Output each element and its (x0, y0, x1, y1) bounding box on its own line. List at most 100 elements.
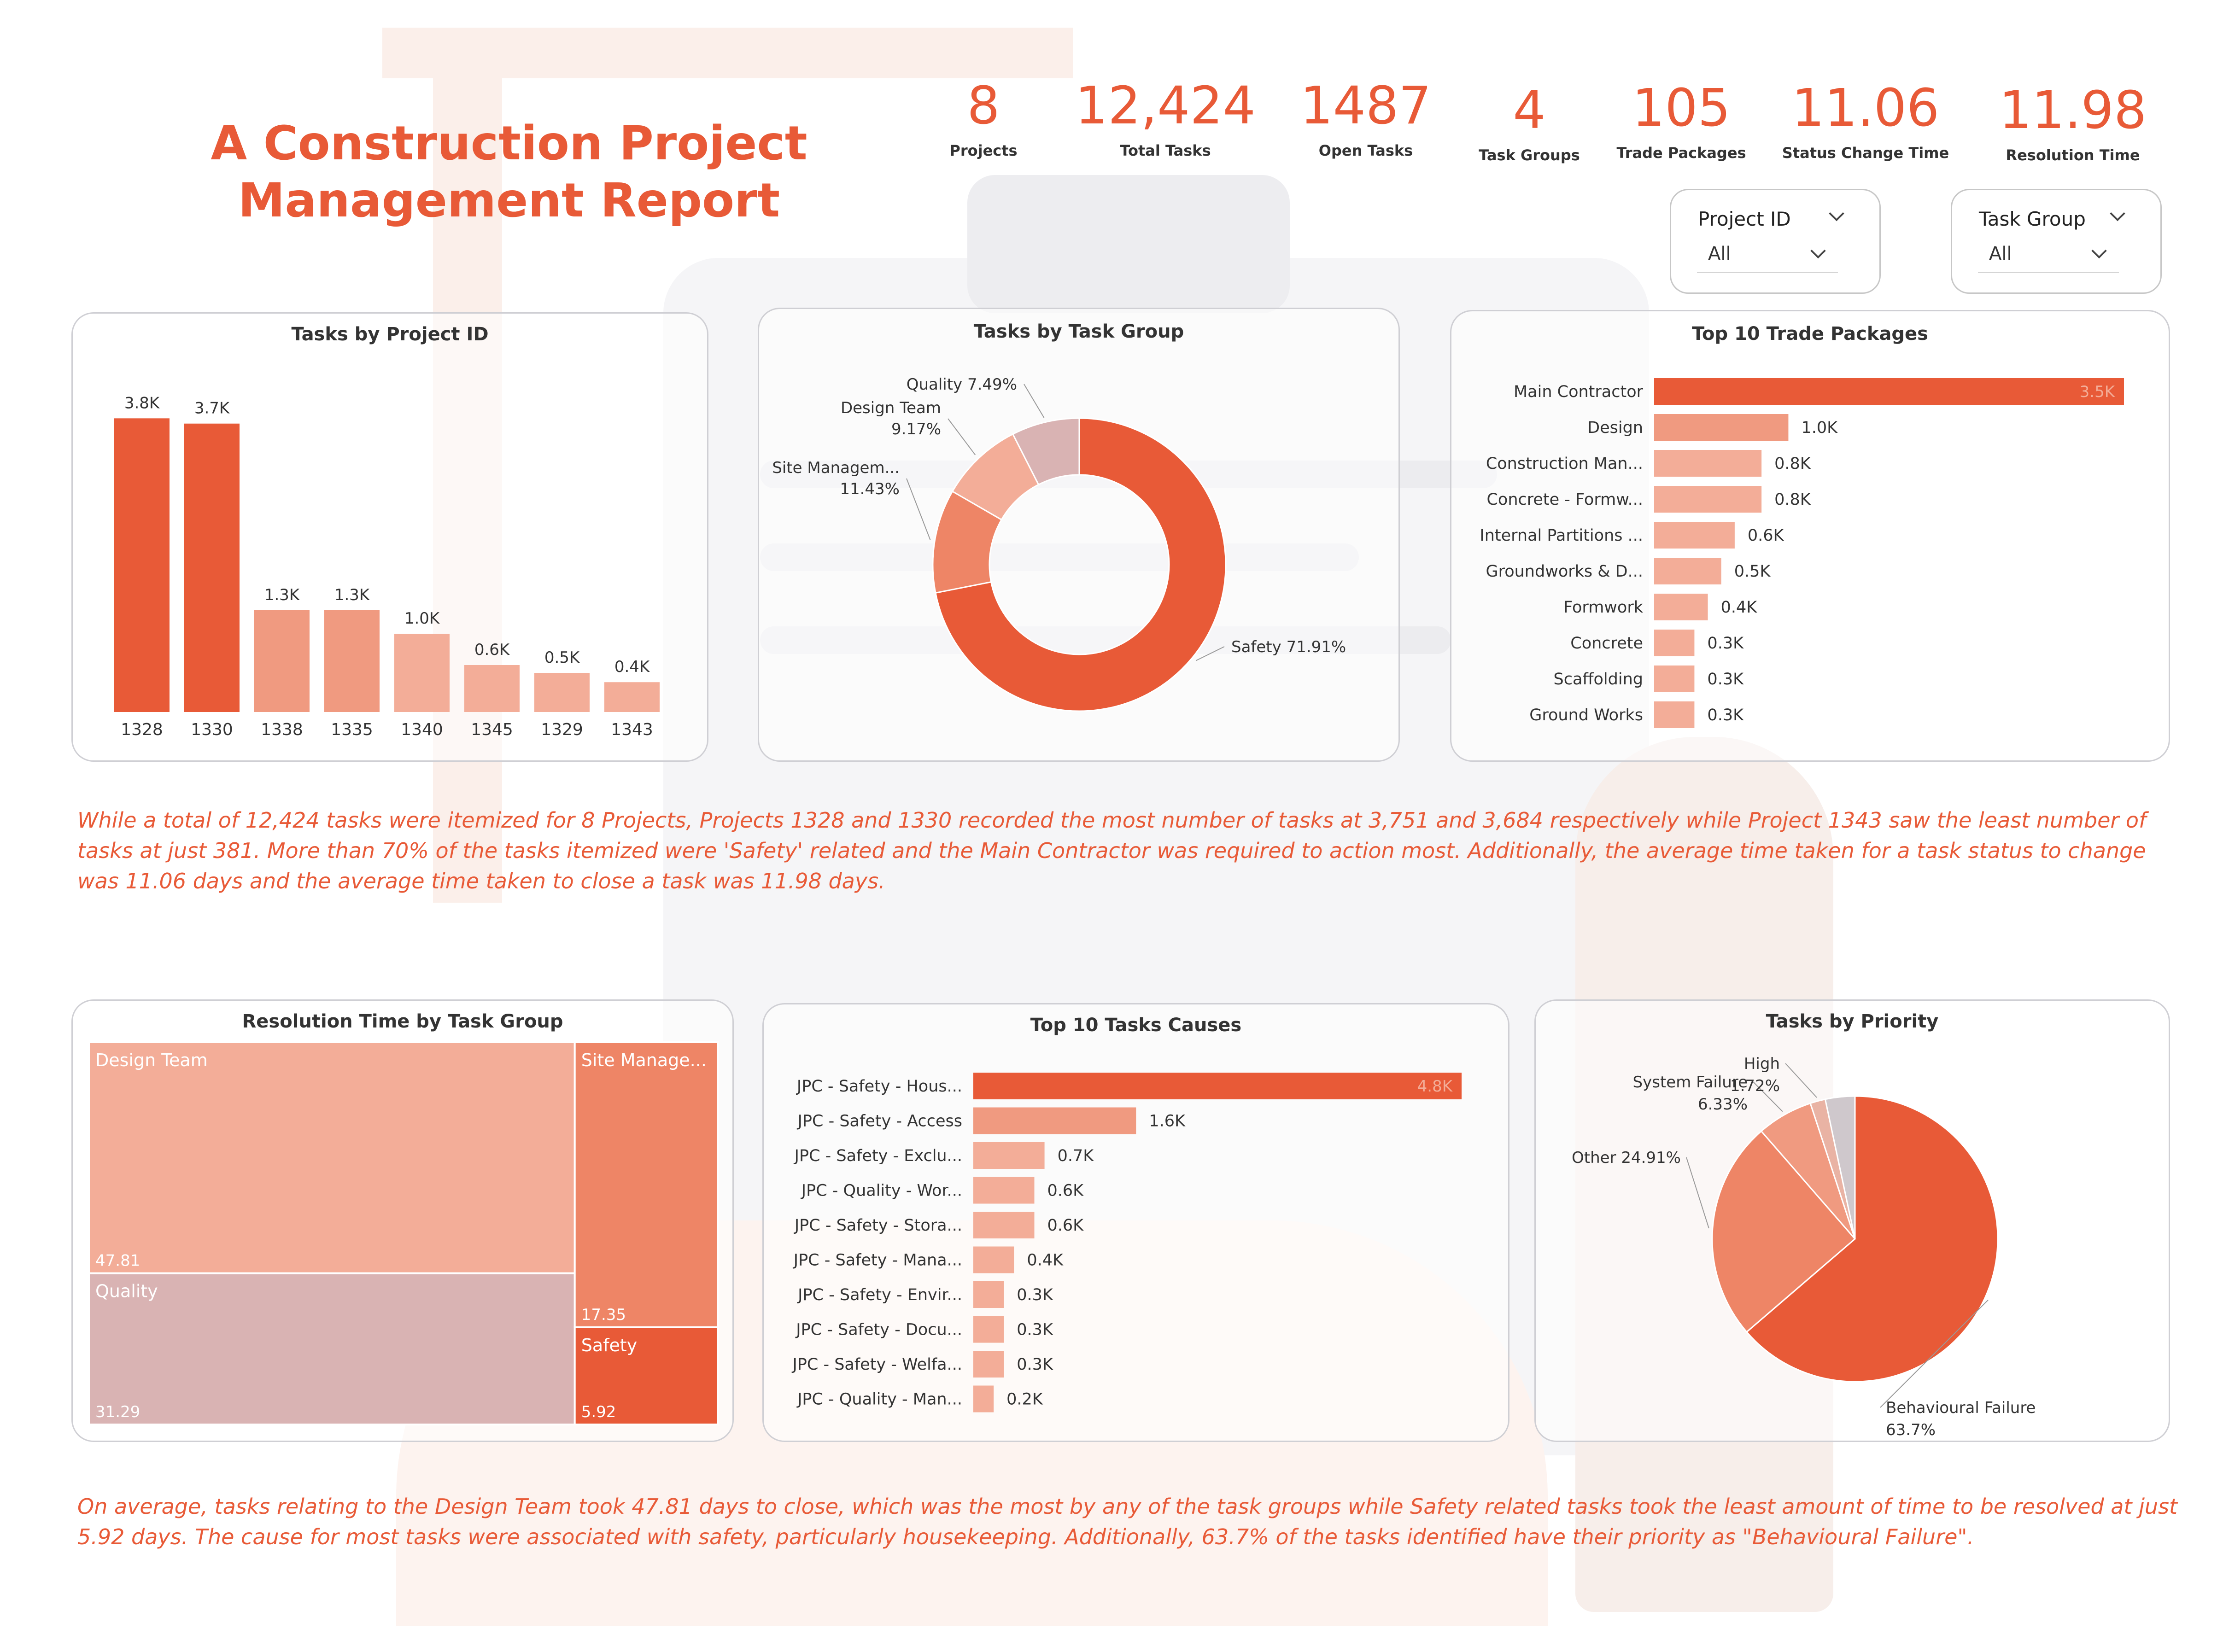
y-tick-label: JPC - Safety - Welfa... (791, 1355, 962, 1374)
leader-line (1195, 646, 1225, 661)
y-tick-label: JPC - Safety - Mana... (793, 1251, 962, 1270)
bar (1654, 486, 1762, 513)
x-tick-label: 1343 (611, 720, 653, 739)
kpi-value: 4 (1513, 81, 1546, 140)
tasks-by-project-chart[interactable]: 3.8K 1328 3.7K 1330 1.3K 1338 1.3K 1335 1.0K 1340… (73, 314, 707, 760)
x-tick-label: 1335 (331, 720, 373, 739)
kpi-open-tasks: 1487 Open Tasks (1290, 74, 1442, 159)
slicer-value: All (1708, 243, 1731, 264)
data-label: Other 24.91% (1572, 1149, 1681, 1167)
bar (394, 634, 450, 712)
report-title: A Construction Project Management Report (211, 116, 807, 228)
treemap-value: 31.29 (95, 1403, 140, 1421)
treemap-value: 17.35 (581, 1306, 626, 1324)
data-label: 1.3K (334, 586, 370, 604)
bar (1654, 701, 1695, 728)
kpi-value: 12,424 (1075, 76, 1256, 136)
chart-card-top-task-causes[interactable]: Top 10 Tasks Causes JPC - Safety - Hous.… (762, 1003, 1509, 1442)
bar (973, 1316, 1004, 1343)
top-trade-packages-chart[interactable]: Main Contractor 3.5K Design 1.0K Constructio… (1451, 311, 2169, 760)
chevron-down-icon[interactable] (2107, 206, 2128, 227)
slicer-dropdown[interactable]: All (1978, 236, 2119, 273)
data-label: 63.7% (1886, 1421, 1936, 1439)
x-tick-label: 1340 (401, 720, 443, 739)
slicer-title: Project ID (1698, 208, 1791, 230)
data-label: 1.0K (1801, 419, 1838, 437)
leader-line (1024, 384, 1045, 418)
bar (324, 610, 380, 712)
narrative-summary-2: On average, tasks relating to the Design… (77, 1494, 2178, 1549)
treemap-label: Safety (581, 1335, 638, 1355)
data-label: 0.4K (1721, 598, 1758, 617)
x-tick-label: 1330 (191, 720, 233, 739)
kpi-resolution-time: 11.98 Resolution Time (1981, 78, 2165, 164)
data-label: 0.8K (1774, 490, 1811, 509)
kpi-label: Projects (949, 142, 1018, 159)
treemap-label: Design Team (95, 1050, 208, 1070)
x-tick-label: 1345 (471, 720, 513, 739)
slicer-value: All (1989, 243, 2012, 264)
kpi-label: Total Tasks (1120, 142, 1211, 159)
bar (973, 1212, 1035, 1238)
chart-card-tasks-by-project[interactable]: Tasks by Project ID 3.8K 1328 3.7K 1330 1.3K… (71, 312, 708, 762)
data-label: 0.3K (1017, 1355, 1053, 1374)
kpi-label: Resolution Time (2006, 146, 2140, 164)
bar (1654, 594, 1708, 620)
kpi-projects: 8 Projects (930, 74, 1036, 159)
top-task-causes-chart[interactable]: JPC - Safety - Hous... 4.8K JPC - Safety -… (764, 1004, 1508, 1441)
tasks-by-priority-chart[interactable]: Behavioural Failure63.7%Other 24.91%Syst… (1536, 1001, 2169, 1441)
slicer-project-id[interactable]: Project ID All (1670, 189, 1881, 294)
y-tick-label: Design (1587, 419, 1643, 437)
data-label: 0.3K (1017, 1286, 1053, 1304)
kpi-value: 11.98 (1999, 81, 2147, 140)
treemap-value: 5.92 (581, 1403, 616, 1421)
bar (973, 1107, 1136, 1134)
chart-card-tasks-by-task-group[interactable]: Tasks by Task Group Safety 71.91% Site Ma… (758, 308, 1400, 762)
tasks-by-task-group-chart[interactable]: Safety 71.91% Site Managem... 11.43% Design… (759, 309, 1398, 760)
data-label: 0.4K (614, 658, 650, 676)
data-label: 3.7K (194, 399, 230, 418)
kpi-value: 8 (967, 76, 1000, 136)
bar (973, 1142, 1045, 1169)
y-tick-label: Scaffolding (1554, 670, 1644, 689)
treemap-value: 47.81 (95, 1252, 140, 1270)
treemap-label: Quality (95, 1281, 158, 1302)
data-label: Behavioural Failure (1886, 1399, 2036, 1417)
data-label: 0.6K (1047, 1182, 1084, 1200)
chevron-down-icon[interactable] (1826, 206, 1847, 227)
bar (973, 1351, 1004, 1378)
chevron-down-icon[interactable] (1808, 243, 1829, 264)
data-label: 0.3K (1707, 634, 1744, 653)
y-tick-label: Main Contractor (1514, 383, 1644, 401)
resolution-time-treemap[interactable]: Design Team 47.81 Quality 31.29 Site Manage.… (73, 1001, 732, 1441)
narrative-summary-1: While a total of 12,424 tasks were itemi… (77, 808, 2147, 893)
treemap-tile (88, 1272, 576, 1425)
y-tick-label: JPC - Quality - Wor... (801, 1182, 962, 1200)
bar (464, 665, 520, 712)
treemap-label: Site Manage... (581, 1050, 707, 1070)
y-tick-label: JPC - Quality - Man... (796, 1390, 962, 1409)
chart-card-resolution-time[interactable]: Resolution Time by Task Group Design Tea… (71, 999, 734, 1442)
y-tick-label: JPC - Safety - Access (797, 1112, 962, 1131)
y-tick-label: JPC - Safety - Hous... (796, 1077, 962, 1096)
slicer-title: Task Group (1979, 208, 2086, 230)
treemap-tile (573, 1041, 719, 1328)
bar (973, 1281, 1004, 1308)
y-tick-label: JPC - Safety - Stora... (794, 1216, 962, 1235)
chart-card-top-trade-packages[interactable]: Top 10 Trade Packages Main Contractor 3.5… (1450, 310, 2170, 762)
y-tick-label: Ground Works (1529, 706, 1643, 724)
kpi-label: Trade Packages (1616, 144, 1746, 162)
kpi-label: Open Tasks (1318, 142, 1413, 159)
chevron-down-icon[interactable] (2089, 243, 2110, 264)
bar (1654, 665, 1695, 692)
kpi-value: 11.06 (1791, 78, 1940, 138)
leader-line (948, 418, 976, 455)
bar (1654, 558, 1721, 584)
kpi-task-groups: 4 Task Groups (1469, 78, 1589, 164)
data-label: Quality 7.49% (907, 375, 1017, 394)
slicer-task-group[interactable]: Task Group All (1951, 189, 2162, 294)
slicer-dropdown[interactable]: All (1697, 236, 1838, 273)
chart-card-tasks-by-priority[interactable]: Tasks by Priority Behavioural Failure 63.… (1534, 999, 2170, 1442)
leader-line (1785, 1063, 1817, 1098)
data-label: 1.3K (264, 586, 300, 604)
